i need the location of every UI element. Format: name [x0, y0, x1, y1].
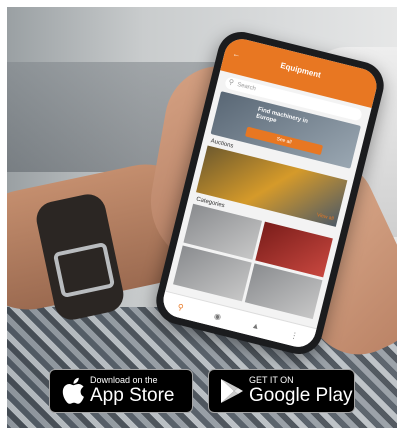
menu-icon[interactable]: ⋮ — [289, 330, 299, 341]
app-store-big: App Store — [90, 385, 175, 406]
photo-frame: ← Equipment ⚲ Search Find machinery in E… — [7, 7, 397, 428]
google-play-text: GET IT ON Google Play — [249, 375, 353, 407]
app-store-text: Download on the App Store — [90, 375, 175, 407]
app-store-badge[interactable]: Download on the App Store — [49, 369, 193, 413]
google-play-big: Google Play — [249, 385, 353, 406]
google-play-small: GET IT ON — [249, 375, 294, 385]
auctions-view-all[interactable]: View all — [316, 212, 334, 222]
gavel-icon[interactable]: ▲ — [251, 320, 261, 331]
google-play-badge[interactable]: GET IT ON Google Play — [208, 369, 355, 413]
google-play-icon — [215, 378, 249, 404]
search-icon: ⚲ — [227, 78, 235, 87]
search-placeholder: Search — [236, 81, 257, 93]
search-tab-icon[interactable]: ⚲ — [177, 302, 185, 312]
eye-icon[interactable]: ◉ — [213, 311, 222, 321]
apple-logo-icon — [56, 377, 90, 405]
app-store-small: Download on the — [90, 375, 158, 385]
